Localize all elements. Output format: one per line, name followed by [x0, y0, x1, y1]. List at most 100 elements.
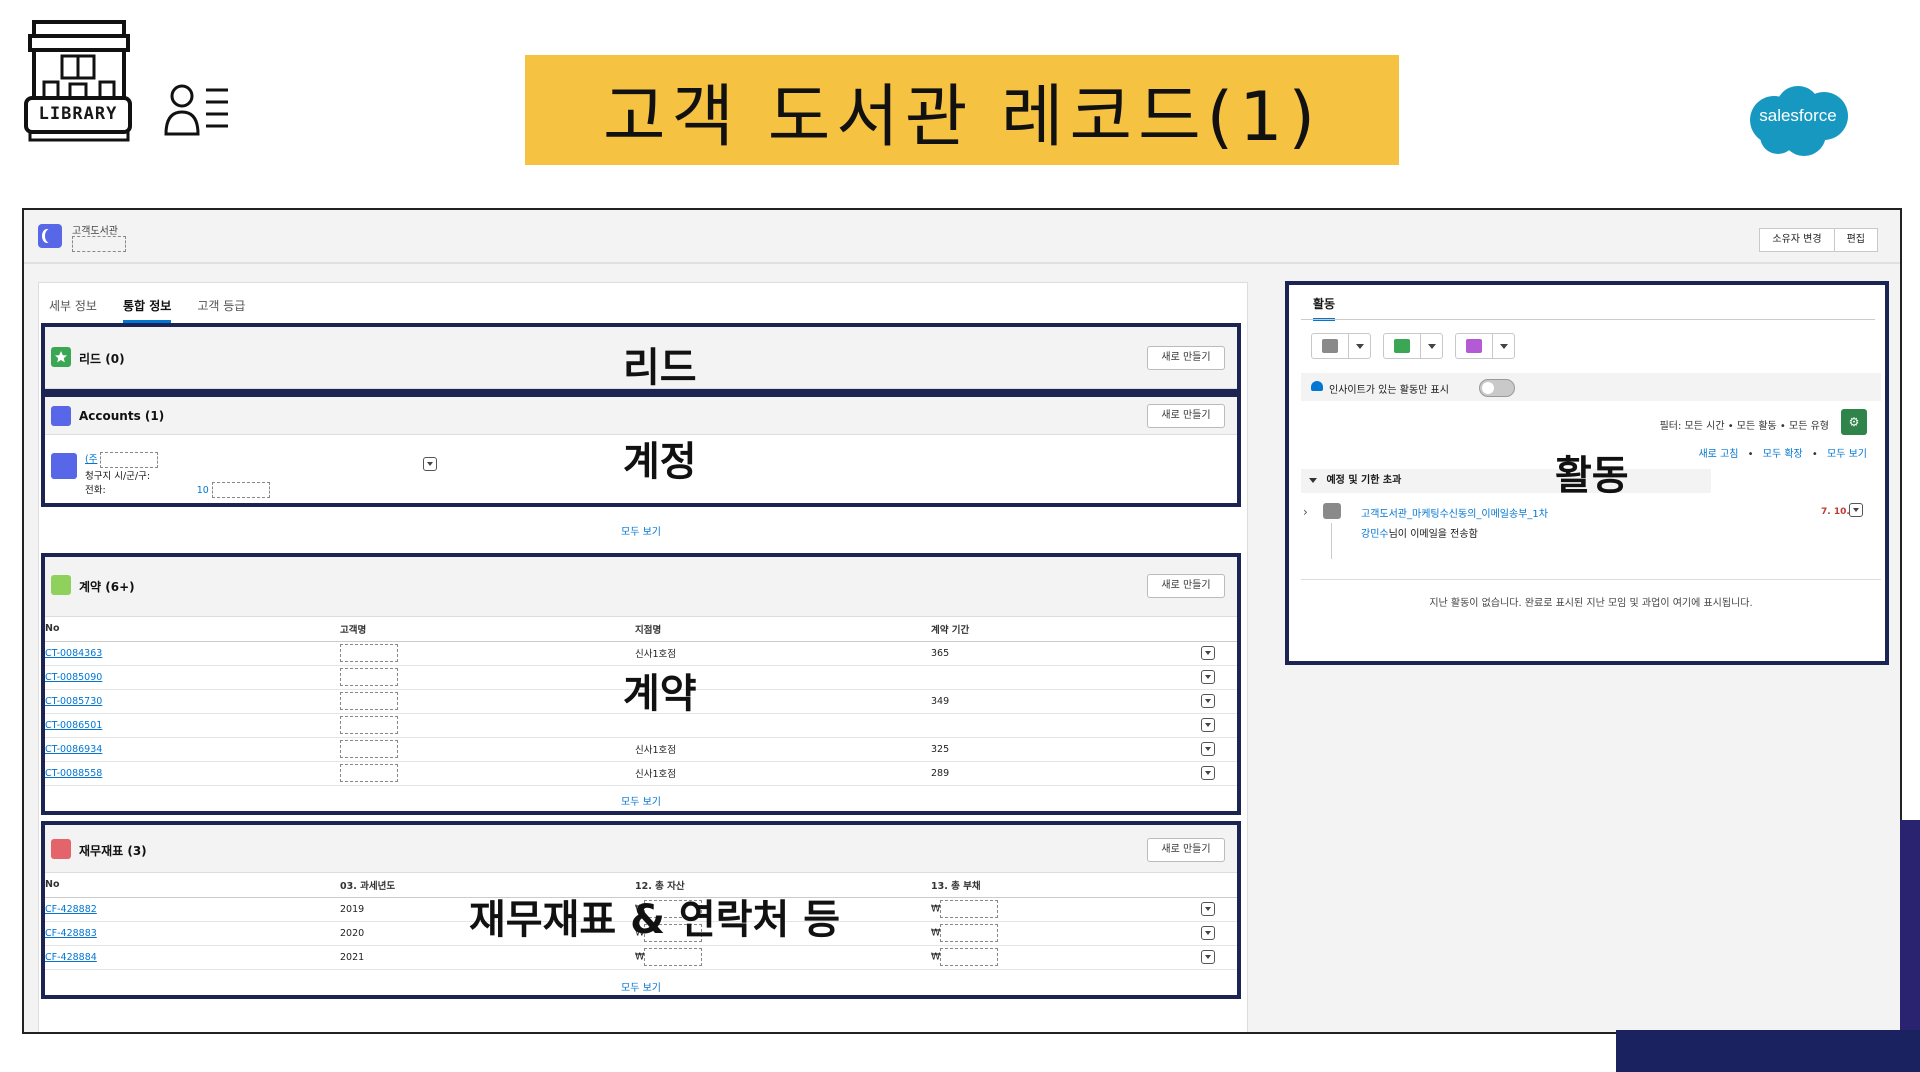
- expand-all-link[interactable]: 모두 확장: [1763, 449, 1803, 460]
- debt-redacted: [940, 948, 999, 966]
- contract-number[interactable]: CT-0085730: [45, 696, 102, 707]
- leads-overlay-label: 리드: [623, 345, 697, 391]
- account-link[interactable]: (주: [85, 454, 97, 465]
- financial-number[interactable]: CF-428883: [45, 928, 97, 939]
- task-publisher[interactable]: [1383, 333, 1443, 359]
- tab-related[interactable]: 통합 정보: [122, 297, 172, 323]
- financial-number[interactable]: CF-428882: [45, 904, 97, 915]
- task-publisher-button[interactable]: [1384, 334, 1420, 358]
- email-publisher-button[interactable]: [1312, 334, 1348, 358]
- chevron-down-icon[interactable]: [1849, 503, 1863, 517]
- asset-redacted: [644, 948, 703, 966]
- accounts-new-button[interactable]: 새로 만들기: [1147, 404, 1225, 428]
- account-name-redacted: [100, 451, 159, 468]
- change-owner-button[interactable]: 소유자 변경: [1759, 228, 1835, 252]
- period-cell: 365: [931, 641, 1201, 666]
- event-publisher[interactable]: [1455, 333, 1515, 359]
- period-cell: 289: [931, 761, 1201, 786]
- phone-value[interactable]: 10: [197, 485, 209, 496]
- account-row-menu[interactable]: [423, 453, 437, 472]
- chevron-down-icon[interactable]: [1201, 902, 1215, 916]
- contract-number[interactable]: CT-0086934: [45, 744, 102, 755]
- record-actions: 소유자 변경 편집: [1759, 228, 1878, 252]
- col-customer-name[interactable]: 고객명: [340, 617, 635, 642]
- accounts-view-all[interactable]: 모두 보기: [43, 523, 1239, 538]
- col-actions: [1201, 617, 1237, 642]
- accounts-card: Accounts (1) 새로 만들기 (주 청구지 시/군/구: 전화: 10…: [41, 393, 1241, 543]
- lead-star-icon: [51, 347, 71, 367]
- customer-redacted: [340, 644, 398, 662]
- refresh-link[interactable]: 새로 고침: [1698, 449, 1738, 460]
- col-total-debt[interactable]: 13. 총 부채: [931, 873, 1201, 898]
- contract-number[interactable]: CT-0088558: [45, 768, 102, 779]
- chevron-down-icon[interactable]: [1201, 766, 1215, 780]
- period-cell: [931, 665, 1201, 690]
- col-no[interactable]: No: [45, 873, 340, 898]
- insight-label: 인사이트가 있는 활동만 표시: [1329, 385, 1449, 396]
- contract-icon: [51, 575, 71, 595]
- chevron-down-icon[interactable]: [1201, 950, 1215, 964]
- debt-redacted: [940, 924, 999, 942]
- email-subject-link[interactable]: 고객도서관_마케팅수신동의_이메일송부_1차: [1361, 505, 1548, 520]
- year-cell: 2021: [340, 945, 635, 970]
- record-object-label: 고객도서관: [72, 226, 118, 237]
- contracts-view-all[interactable]: 모두 보기: [43, 793, 1239, 808]
- leads-title: 리드 (0): [79, 352, 125, 366]
- customer-redacted: [340, 668, 398, 686]
- customer-redacted: [340, 740, 398, 758]
- chevron-down-icon[interactable]: [1492, 334, 1514, 358]
- contracts-header-row: No 고객명 지점명 계약 기간: [45, 617, 1237, 642]
- event-publisher-button[interactable]: [1456, 334, 1492, 358]
- upcoming-section-header[interactable]: 예정 및 기한 초과: [1301, 469, 1711, 493]
- email-icon: [1322, 339, 1338, 353]
- financials-view-all[interactable]: 모두 보기: [43, 979, 1239, 994]
- financials-new-button[interactable]: 새로 만들기: [1147, 838, 1225, 862]
- customer-redacted: [340, 764, 398, 782]
- library-logo: LIBRARY: [24, 20, 154, 150]
- tab-details[interactable]: 세부 정보: [49, 297, 97, 323]
- contract-number[interactable]: CT-0085090: [45, 672, 102, 683]
- col-branch[interactable]: 지점명: [635, 617, 931, 642]
- account-item: (주 청구지 시/군/구: 전화: 10: [85, 451, 270, 498]
- email-meta: 강민수님이 이메일을 전송함: [1361, 525, 1478, 540]
- view-all-link[interactable]: 모두 보기: [1827, 449, 1867, 460]
- chevron-down-icon[interactable]: [423, 456, 437, 471]
- contracts-new-button[interactable]: 새로 만들기: [1147, 574, 1225, 598]
- leads-new-button[interactable]: 새로 만들기: [1147, 346, 1225, 370]
- chevron-down-icon[interactable]: [1348, 334, 1370, 358]
- chevron-down-icon[interactable]: [1201, 646, 1215, 660]
- customer-redacted: [340, 692, 398, 710]
- financials-card: 재무재표 (3) 새로 만들기 No 03. 과세년도 12. 총 자산 13.…: [41, 821, 1241, 999]
- account-icon: [51, 406, 71, 426]
- tab-activity[interactable]: 활동: [1313, 295, 1336, 321]
- contract-number[interactable]: CT-0084363: [45, 648, 102, 659]
- billing-city-label: 청구지 시/군/구:: [85, 470, 151, 482]
- contract-number[interactable]: CT-0086501: [45, 720, 102, 731]
- chevron-right-icon[interactable]: ›: [1303, 505, 1308, 519]
- col-no[interactable]: No: [45, 617, 340, 642]
- chevron-down-icon[interactable]: [1201, 718, 1215, 732]
- account-record-icon: [51, 453, 77, 479]
- gear-icon[interactable]: ⚙: [1841, 409, 1867, 435]
- financial-number[interactable]: CF-428884: [45, 952, 97, 963]
- accounts-title: Accounts (1): [79, 409, 165, 423]
- calendar-icon: [1466, 339, 1482, 353]
- col-period[interactable]: 계약 기간: [931, 617, 1201, 642]
- insight-toggle[interactable]: [1479, 379, 1515, 397]
- chevron-down-icon[interactable]: [1201, 742, 1215, 756]
- table-row: CT-0086934 신사1호점 325: [45, 737, 1237, 762]
- financials-title: 재무재표 (3): [79, 844, 147, 858]
- no-past-activity-message: 지난 활동이 없습니다. 완료로 표시된 지난 모임 및 과업이 여기에 표시됩…: [1301, 579, 1881, 609]
- edit-button[interactable]: 편집: [1834, 228, 1878, 252]
- decorative-corner-bottom: [1616, 1030, 1920, 1072]
- accounts-overlay-label: 계정: [623, 439, 697, 485]
- email-publisher[interactable]: [1311, 333, 1371, 359]
- chevron-down-icon[interactable]: [1201, 694, 1215, 708]
- chevron-down-icon[interactable]: [1201, 670, 1215, 684]
- chevron-down-icon[interactable]: [1201, 926, 1215, 940]
- tab-customer-grade[interactable]: 고객 등급: [197, 297, 245, 323]
- salesforce-text: salesforce: [1759, 106, 1837, 125]
- email-sender-link[interactable]: 강민수: [1361, 529, 1389, 540]
- contracts-card: 계약 (6+) 새로 만들기 No 고객명 지점명 계약 기간 CT-00843…: [41, 553, 1241, 815]
- chevron-down-icon[interactable]: [1420, 334, 1442, 358]
